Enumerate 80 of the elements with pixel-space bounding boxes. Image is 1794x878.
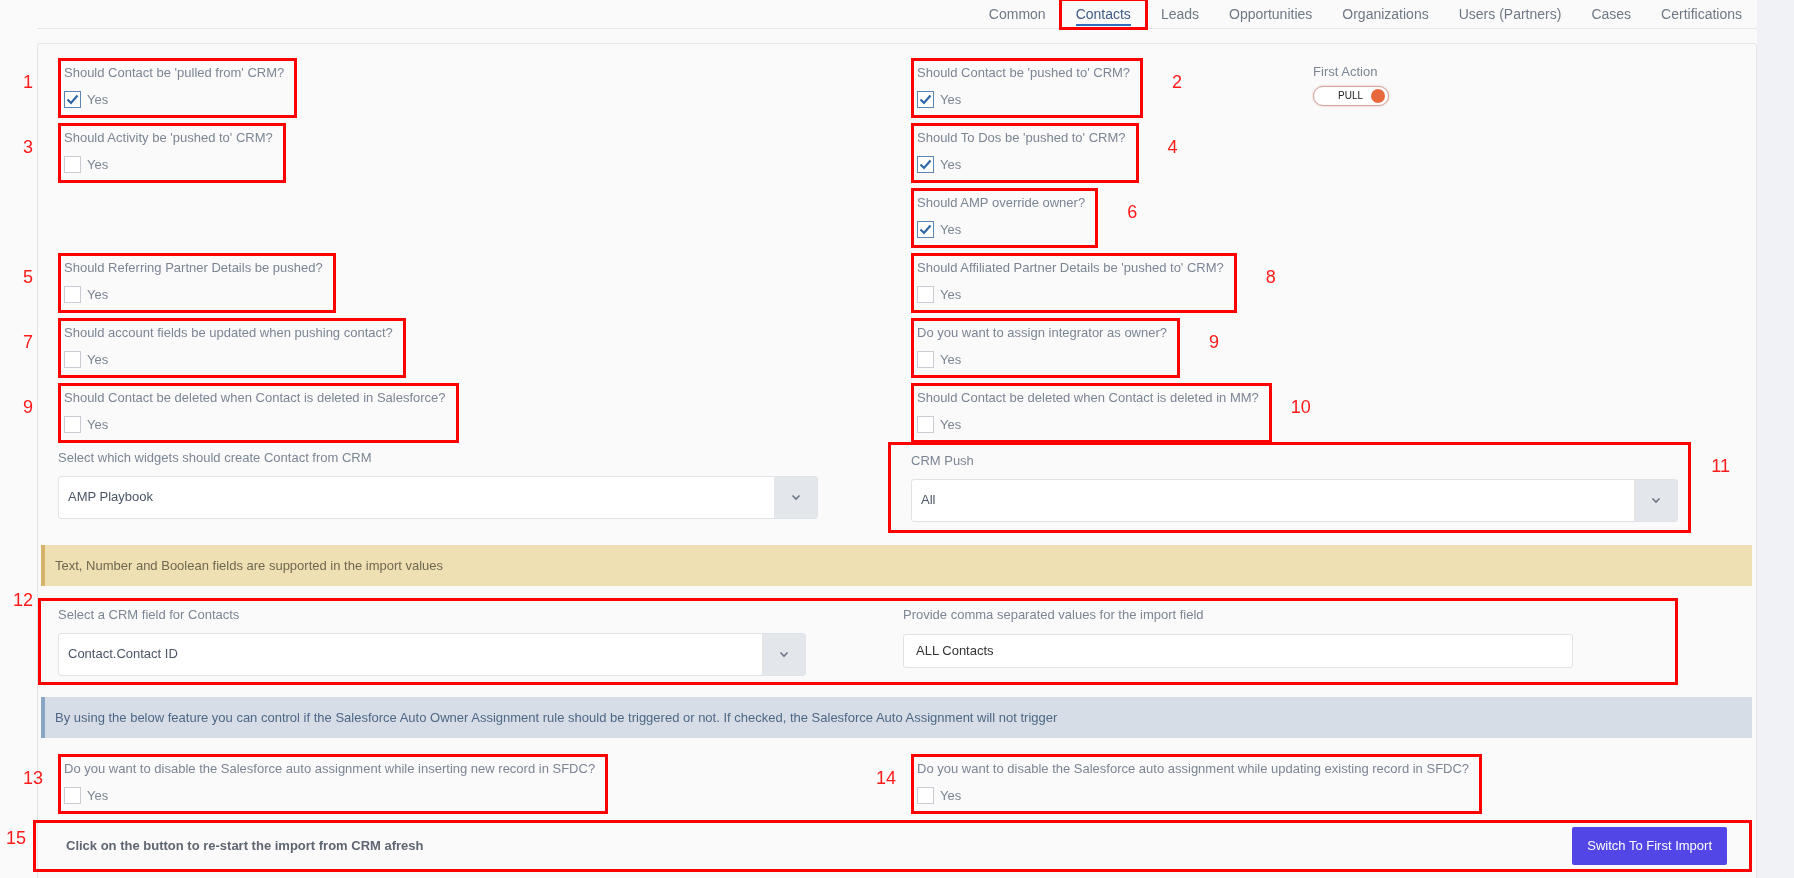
checkbox[interactable]: [917, 285, 934, 303]
annotation-number: 12: [13, 589, 34, 612]
chevron-down-icon: [1650, 496, 1661, 504]
tab[interactable]: Leads: [1145, 0, 1215, 28]
option-label: Yes: [940, 415, 962, 434]
question-label: Should Contact be 'pulled from' CRM?: [64, 64, 285, 82]
annotation-number: 4: [1167, 136, 1178, 159]
tab[interactable]: Contacts: [1060, 0, 1146, 28]
question-label: Should Contact be 'pushed to' CRM?: [917, 64, 1131, 82]
option-label: Yes: [940, 155, 962, 174]
checkbox[interactable]: [917, 786, 934, 804]
checkbox[interactable]: [64, 786, 81, 804]
question-label: Should Contact be deleted when Contact is deleted in MM?: [917, 389, 1259, 407]
option-label: Yes: [87, 786, 109, 805]
field-label: Select which widgets should create Contact from CRM: [58, 449, 373, 467]
question-label: Do you want to disable the Salesforce auto assignment while updating existing record in SFDC?: [917, 760, 1470, 778]
question-label: Do you want to disable the Salesforce auto assignment while inserting new record in SFDC?: [64, 760, 596, 778]
checkbox[interactable]: [64, 350, 81, 368]
chevron-down-icon: [778, 650, 789, 658]
annotation-number: 10: [1290, 396, 1311, 419]
option-label: Yes: [87, 285, 109, 304]
notice-banner: By using the below feature you can control if the Salesforce Auto Owner Assignment rule should be triggered or not. If checked, the Salesforce Auto Assignment will not trigger: [41, 696, 1752, 738]
checkbox[interactable]: [917, 90, 934, 108]
annotation-number: 8: [1265, 266, 1276, 289]
option-label: Yes: [87, 415, 109, 434]
option-label: Yes: [87, 350, 109, 369]
option-label: Yes: [940, 220, 962, 239]
instruction-text: Click on the button to re-start the import from CRM afresh: [66, 837, 424, 855]
checkbox[interactable]: [917, 350, 934, 368]
annotation-number: 7: [23, 331, 33, 354]
checkbox[interactable]: [64, 415, 81, 433]
checkbox[interactable]: [64, 155, 81, 173]
checkbox[interactable]: [917, 155, 934, 173]
checkbox[interactable]: [64, 285, 81, 303]
annotation-number: 9: [1209, 331, 1220, 354]
tab[interactable]: Organizations: [1327, 0, 1444, 28]
annotation-number: 15: [6, 827, 27, 850]
toggle-switch[interactable]: PULL: [1313, 85, 1390, 106]
field-label: CRM Push: [911, 452, 975, 470]
select-field[interactable]: AMP Playbook: [58, 475, 818, 519]
tab[interactable]: Users (Partners): [1443, 0, 1577, 28]
tab[interactable]: Common: [973, 0, 1061, 28]
text-input[interactable]: ALL Contacts: [903, 633, 1573, 668]
option-label: Yes: [940, 285, 962, 304]
checkbox[interactable]: [917, 220, 934, 238]
annotation-number: 2: [1172, 71, 1183, 94]
switch-import-button[interactable]: Switch To First Import: [1572, 827, 1727, 865]
option-label: Yes: [940, 90, 962, 109]
annotation-number: 3: [23, 136, 33, 159]
annotation-number: 11: [1711, 455, 1730, 478]
question-label: Should Activity be 'pushed to' CRM?: [64, 129, 273, 147]
option-label: Yes: [940, 786, 962, 805]
select-field[interactable]: All: [911, 478, 1678, 522]
option-label: Yes: [87, 90, 109, 109]
field-label: Provide comma separated values for the import field: [903, 606, 1205, 624]
annotation-number: 9: [23, 396, 33, 419]
tab[interactable]: Opportunities: [1214, 0, 1328, 28]
field-label: Select a CRM field for Contacts: [58, 606, 241, 624]
select-field[interactable]: Contact.Contact ID: [58, 632, 806, 676]
checkbox[interactable]: [64, 90, 81, 108]
notice-banner: Text, Number and Boolean fields are supported in the import values: [41, 544, 1752, 586]
question-label: Should To Dos be 'pushed to' CRM?: [917, 129, 1126, 147]
option-label: Yes: [940, 350, 962, 369]
tab[interactable]: Certifications: [1646, 0, 1757, 28]
question-label: Should Contact be deleted when Contact is deleted in Salesforce?: [64, 389, 446, 407]
checkbox[interactable]: [917, 415, 934, 433]
annotation-number: 13: [23, 767, 44, 790]
question-label: Do you want to assign integrator as owner?: [917, 324, 1168, 342]
first-action-label: First Action: [1313, 63, 1379, 81]
annotation-number: 5: [23, 266, 33, 289]
chevron-down-icon: [790, 493, 801, 501]
option-label: Yes: [87, 155, 109, 174]
question-label: Should Referring Partner Details be pushed?: [64, 259, 323, 277]
question-label: Should account fields be updated when pushing contact?: [64, 324, 393, 342]
annotation-number: 6: [1127, 201, 1138, 224]
annotation-number: 1: [23, 71, 33, 94]
question-label: Should AMP override owner?: [917, 194, 1086, 212]
tab[interactable]: Cases: [1576, 0, 1647, 28]
question-label: Should Affiliated Partner Details be 'pushed to' CRM?: [917, 259, 1224, 277]
annotation-number: 14: [876, 767, 897, 790]
